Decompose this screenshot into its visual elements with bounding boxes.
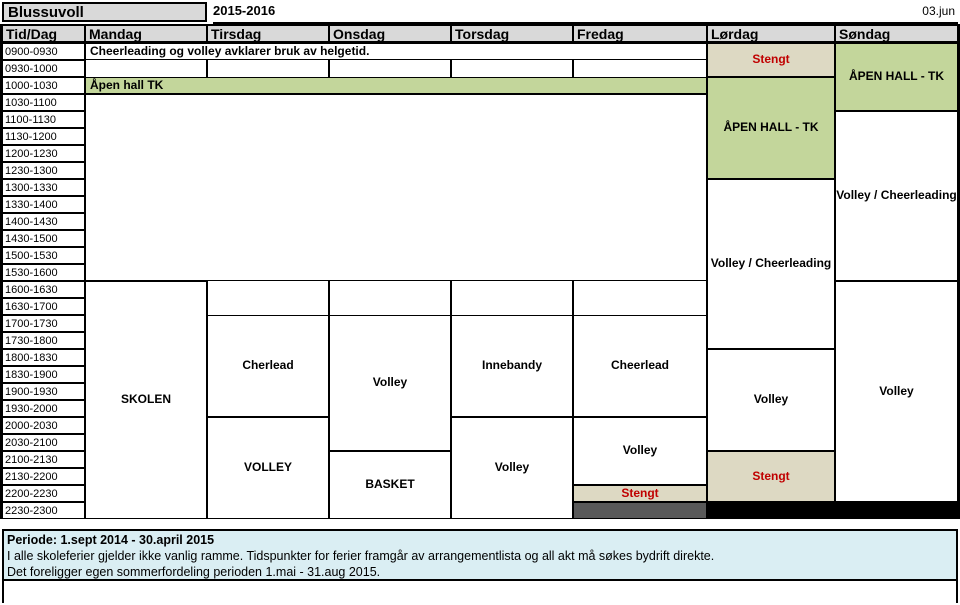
season-label: 2015-2016 xyxy=(213,3,276,18)
time-slot: 1630-1700 xyxy=(2,298,85,315)
time-slot: 1230-1300 xyxy=(2,162,85,179)
b-note-weekend[interactable]: Cheerleading og volley avklarer bruk av … xyxy=(85,43,707,60)
b-blank-weekday-top[interactable] xyxy=(85,94,707,281)
column-header-fredag: Fredag xyxy=(573,24,707,43)
b-tir-volley[interactable]: Volley xyxy=(329,315,451,451)
b-lor-stengt[interactable]: Stengt xyxy=(707,43,835,77)
time-slot: 1330-1400 xyxy=(2,196,85,213)
b-ons-innebandy[interactable]: Innebandy xyxy=(451,315,573,417)
column-header-sondag: Søndag xyxy=(835,24,958,43)
b-lor-openhall[interactable]: ÅPEN HALL - TK xyxy=(707,77,835,179)
b-fre-volley[interactable]: Volley xyxy=(707,349,835,451)
column-header-lordag: Lørdag xyxy=(707,24,835,43)
print-date: 03.jun xyxy=(922,4,955,18)
column-header-torsdag: Torsdag xyxy=(451,24,573,43)
time-slot: 2030-2100 xyxy=(2,434,85,451)
time-slot: 1130-1200 xyxy=(2,128,85,145)
time-slot: 1800-1830 xyxy=(2,349,85,366)
time-slot: 1700-1730 xyxy=(2,315,85,332)
b-fre-black[interactable] xyxy=(707,502,835,519)
grid-left-border xyxy=(0,24,2,519)
time-slot: 0930-1000 xyxy=(2,60,85,77)
b-tor-volley[interactable]: Volley xyxy=(573,417,707,485)
b-tor-dark[interactable] xyxy=(573,502,707,519)
b-son-openhall[interactable]: ÅPEN HALL - TK xyxy=(835,43,958,111)
page-bottom-border xyxy=(2,581,958,603)
schedule-grid: Tid/Dag Mandag Tirsdag Onsdag Torsdag Fredag L… xyxy=(0,24,960,529)
footer-notes: Periode: 1.sept 2014 - 30.april 2015 I a… xyxy=(2,529,958,581)
b-son-volleycheer[interactable]: Volley / Cheerleading xyxy=(835,111,958,281)
b-son-volley[interactable]: Volley xyxy=(835,281,958,502)
time-slot: 1930-2000 xyxy=(2,400,85,417)
b-openhall-weekday[interactable]: Åpen hall TK xyxy=(85,77,707,94)
footer-note-1: I alle skoleferier gjelder ikke vanlig r… xyxy=(7,549,715,563)
time-slot: 1200-1230 xyxy=(2,145,85,162)
b-tir-basket[interactable]: BASKET xyxy=(329,451,451,519)
schedule-page: Blussuvoll 2015-2016 03.jun Tid/Dag Manda… xyxy=(0,0,960,605)
facility-title: Blussuvoll xyxy=(2,2,207,22)
time-slot: 1900-1930 xyxy=(2,383,85,400)
title-band: Blussuvoll 2015-2016 03.jun xyxy=(0,0,960,24)
time-slot: 1030-1100 xyxy=(2,94,85,111)
b-man-cherlead[interactable]: Cherlead xyxy=(207,315,329,417)
column-header-tirsdag: Tirsdag xyxy=(207,24,329,43)
time-slot: 2000-2030 xyxy=(2,417,85,434)
b-ons-volley[interactable]: Volley xyxy=(451,417,573,519)
time-slot: 1430-1500 xyxy=(2,230,85,247)
column-header-time: Tid/Dag xyxy=(2,24,85,43)
time-slot: 0900-0930 xyxy=(2,43,85,60)
b-fre-stengt[interactable]: Stengt xyxy=(707,451,835,502)
footer-period: Periode: 1.sept 2014 - 30.april 2015 xyxy=(7,533,215,547)
time-slot: 2130-2200 xyxy=(2,468,85,485)
time-slot: 1830-1900 xyxy=(2,366,85,383)
b-tor-stengt[interactable]: Stengt xyxy=(573,485,707,502)
time-slot: 1530-1600 xyxy=(2,264,85,281)
time-slot: 1000-1030 xyxy=(2,77,85,94)
time-slot: 1300-1330 xyxy=(2,179,85,196)
column-header-onsdag: Onsdag xyxy=(329,24,451,43)
b-tor-cheerlead[interactable]: Cheerlead xyxy=(573,315,707,417)
column-header-mandag: Mandag xyxy=(85,24,207,43)
time-slot: 1400-1430 xyxy=(2,213,85,230)
b-lor-volleycheer[interactable]: Volley / Cheerleading xyxy=(707,179,835,349)
time-slot: 1600-1630 xyxy=(2,281,85,298)
time-slot: 2200-2230 xyxy=(2,485,85,502)
time-slot: 2100-2130 xyxy=(2,451,85,468)
time-slot: 1730-1800 xyxy=(2,332,85,349)
time-slot: 1100-1130 xyxy=(2,111,85,128)
footer-note-2: Det foreligger egen sommerfordeling peri… xyxy=(7,565,381,579)
b-man-volley[interactable]: VOLLEY xyxy=(207,417,329,519)
b-son-black[interactable] xyxy=(835,502,958,519)
b-skolen[interactable]: SKOLEN xyxy=(85,281,207,519)
time-slot: 2230-2300 xyxy=(2,502,85,519)
time-slot: 1500-1530 xyxy=(2,247,85,264)
